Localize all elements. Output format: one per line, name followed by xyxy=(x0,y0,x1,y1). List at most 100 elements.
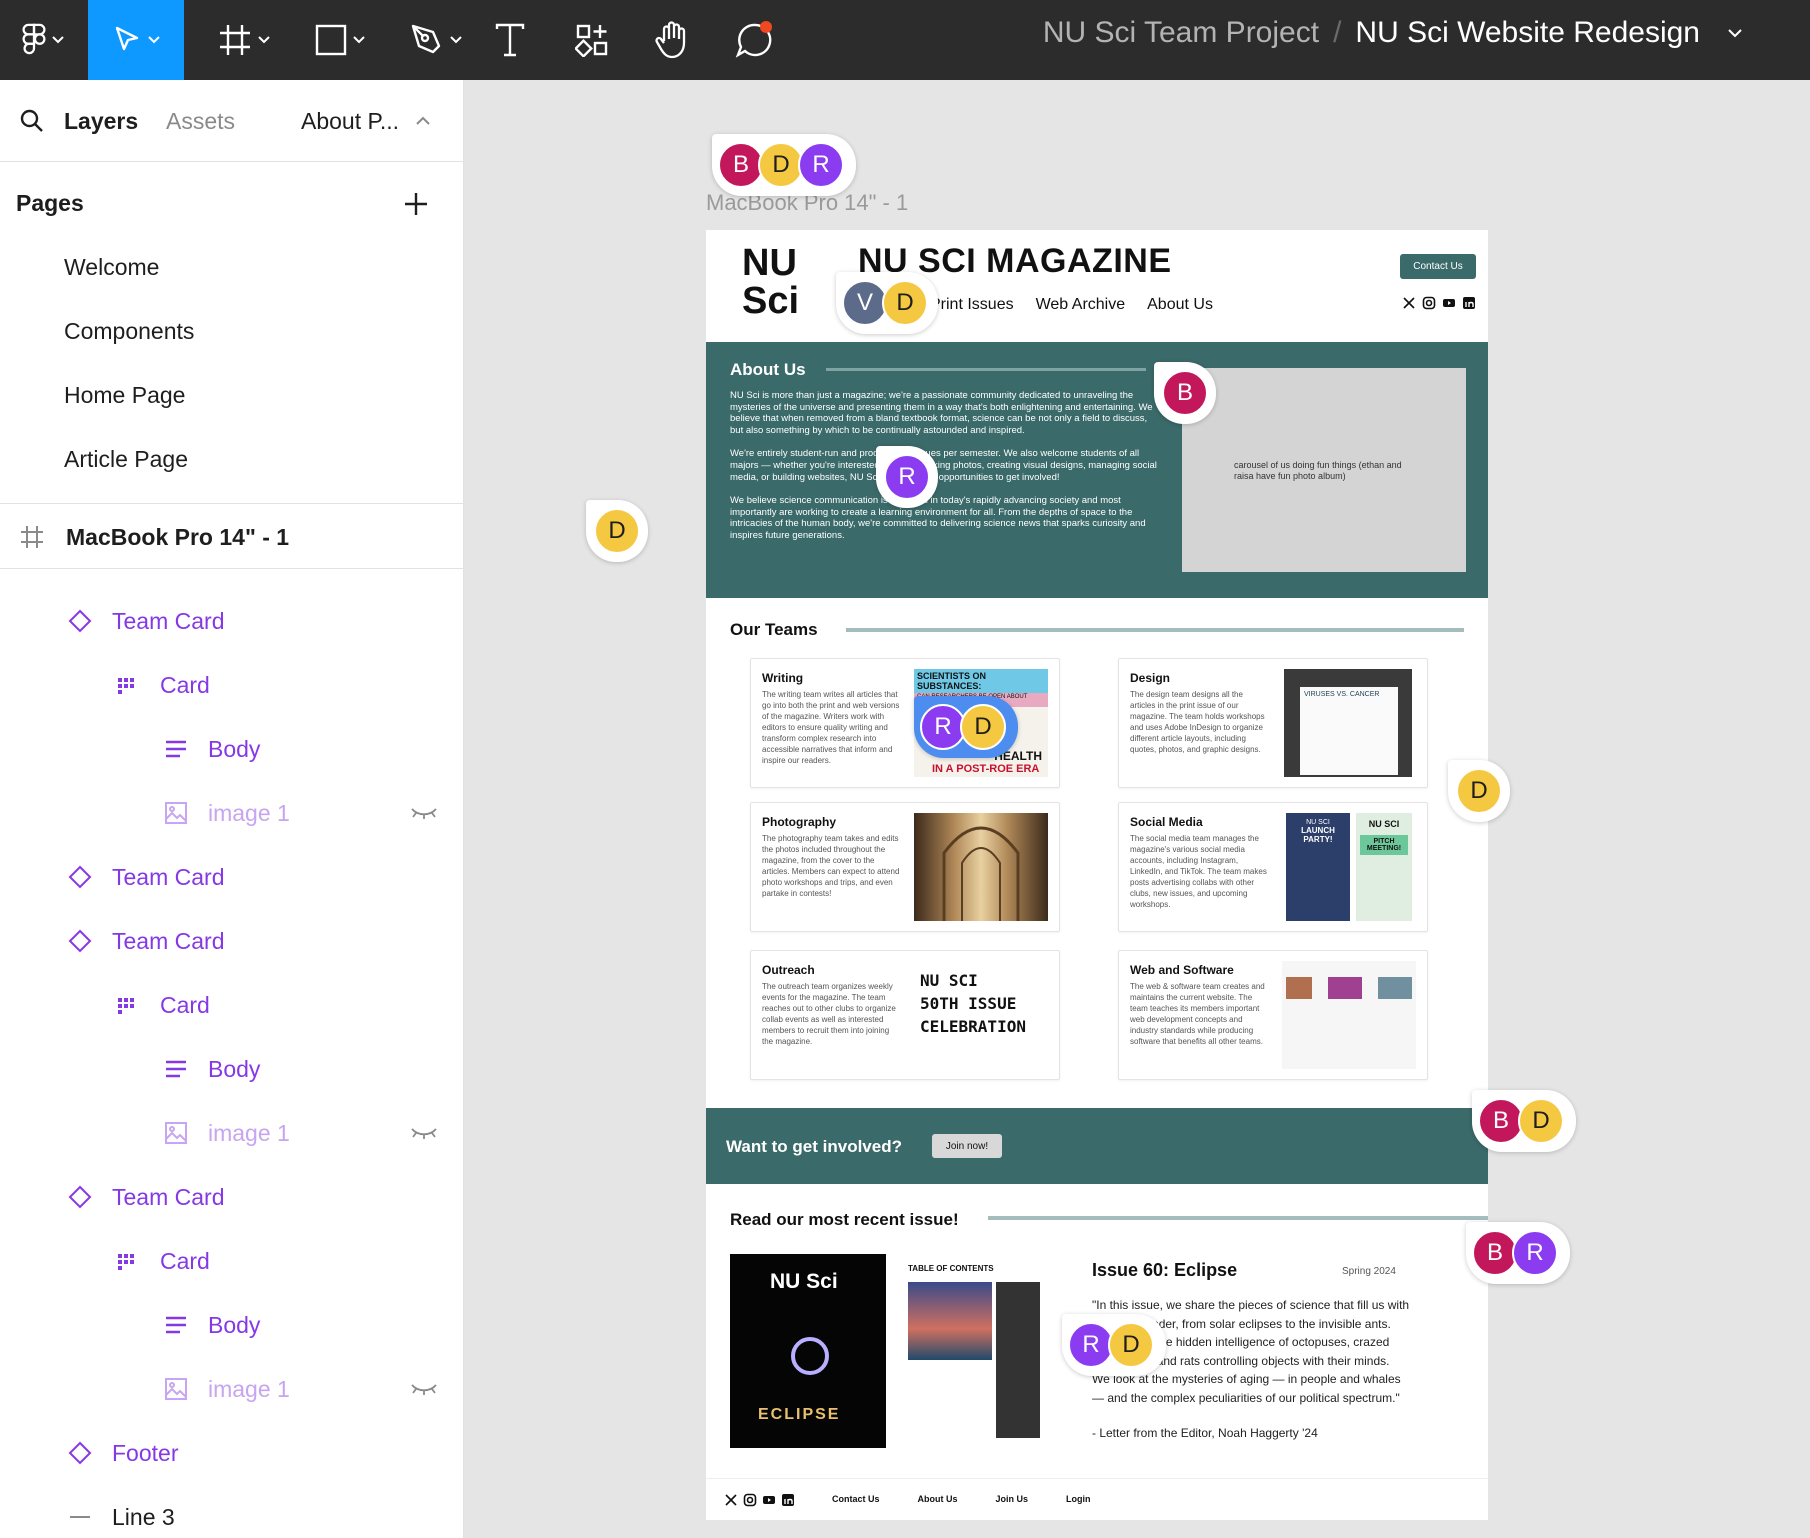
layer-team-card[interactable]: Team Card xyxy=(0,910,464,972)
avatar[interactable]: R xyxy=(1512,1230,1558,1276)
move-tool-button[interactable] xyxy=(88,0,184,80)
footer-link-about[interactable]: About Us xyxy=(918,1494,958,1504)
contact-us-button[interactable]: Contact Us xyxy=(1400,254,1476,279)
photo-carousel[interactable]: carousel of us doing fun things (ethan a… xyxy=(1182,368,1466,572)
collaborator-group[interactable]: R D xyxy=(1062,1314,1166,1376)
page-item-welcome[interactable]: Welcome xyxy=(0,236,464,298)
team-name: Writing xyxy=(762,671,804,685)
collaborator-group[interactable]: D xyxy=(586,500,648,562)
x-icon[interactable] xyxy=(1402,296,1416,310)
pages-heading: Pages xyxy=(16,190,84,216)
footer-link-login[interactable]: Login xyxy=(1066,1494,1091,1504)
issue-attribution: - Letter from the Editor, Noah Haggerty … xyxy=(1092,1426,1318,1440)
youtube-icon[interactable] xyxy=(1442,296,1456,310)
frame-tool-icon xyxy=(220,25,250,55)
layer-image[interactable]: image 1 xyxy=(0,1102,464,1164)
text-tool-button[interactable] xyxy=(490,0,530,80)
breadcrumb-file[interactable]: NU Sci Website Redesign xyxy=(1355,16,1700,50)
collaborator-group[interactable]: B R xyxy=(1466,1222,1570,1284)
page-item-home-page[interactable]: Home Page xyxy=(0,364,464,426)
avatar[interactable]: D xyxy=(594,508,640,554)
issue-cover[interactable]: NU Sci ECLIPSE xyxy=(730,1254,886,1448)
layer-card[interactable]: Card xyxy=(0,654,464,716)
page-selector[interactable]: About P... xyxy=(301,108,399,135)
layer-card[interactable]: Card xyxy=(0,1230,464,1292)
comment-tool-button[interactable] xyxy=(730,0,780,80)
nav-about-us[interactable]: About Us xyxy=(1147,296,1213,314)
team-description: The photography team takes and edits the… xyxy=(762,834,900,898)
layer-frame-macbook[interactable]: MacBook Pro 14" - 1 xyxy=(0,506,464,568)
layer-footer[interactable]: Footer xyxy=(0,1422,464,1484)
instagram-icon[interactable] xyxy=(743,1493,757,1507)
resources-button[interactable] xyxy=(570,0,614,80)
page-item-article-page[interactable]: Article Page xyxy=(0,428,464,490)
page-item-components[interactable]: Components xyxy=(0,300,464,362)
layer-image[interactable]: image 1 xyxy=(0,782,464,844)
tab-layers[interactable]: Layers xyxy=(64,108,138,135)
tab-assets[interactable]: Assets xyxy=(166,108,235,135)
pen-tool-button[interactable] xyxy=(396,0,476,80)
layer-body[interactable]: Body xyxy=(0,718,464,780)
main-menu-button[interactable] xyxy=(0,0,86,80)
footer-link-join[interactable]: Join Us xyxy=(996,1494,1029,1504)
chevron-up-icon[interactable] xyxy=(416,116,430,125)
avatar[interactable]: R xyxy=(884,454,930,500)
collaborator-group[interactable]: V D xyxy=(836,272,938,334)
avatar[interactable]: D xyxy=(1518,1098,1564,1144)
avatar[interactable]: R xyxy=(798,142,844,188)
avatar[interactable]: D xyxy=(1456,768,1502,814)
site-logo[interactable]: NU Sci xyxy=(742,244,799,320)
layer-image[interactable]: image 1 xyxy=(0,1358,464,1420)
rectangle-tool-button[interactable] xyxy=(300,0,380,80)
footer-link-contact[interactable]: Contact Us xyxy=(832,1494,880,1504)
collaborator-group[interactable]: R xyxy=(876,446,938,508)
chevron-down-icon[interactable] xyxy=(1728,28,1742,38)
table-of-contents[interactable]: TABLE OF CONTENTS xyxy=(892,1254,1050,1448)
collaborator-group[interactable]: D xyxy=(1448,760,1510,822)
linkedin-icon[interactable] xyxy=(781,1493,795,1507)
x-icon[interactable] xyxy=(724,1493,738,1507)
collaborator-group[interactable]: R D xyxy=(914,696,1018,758)
team-card-photography[interactable]: Photography The photography team takes a… xyxy=(750,802,1060,932)
nav-print-issues[interactable]: Print Issues xyxy=(930,296,1014,314)
avatar[interactable]: B xyxy=(1162,370,1208,416)
add-page-icon[interactable] xyxy=(404,192,428,216)
hidden-eye-icon[interactable] xyxy=(410,1382,438,1396)
layer-label: image 1 xyxy=(208,799,290,826)
avatar[interactable]: D xyxy=(1108,1322,1154,1368)
image-headline: SCIENTISTS ON SUBSTANCES: xyxy=(914,669,1048,693)
avatar[interactable]: D xyxy=(882,280,928,326)
team-card-design[interactable]: Design The design team designs all the a… xyxy=(1118,658,1428,788)
collaborator-group[interactable]: B D xyxy=(1472,1090,1576,1152)
layer-team-card[interactable]: Team Card xyxy=(0,846,464,908)
hidden-eye-icon[interactable] xyxy=(410,806,438,820)
poster-subtitle: LAUNCH PARTY! xyxy=(1301,826,1335,844)
layer-body[interactable]: Body xyxy=(0,1038,464,1100)
search-icon[interactable] xyxy=(20,109,44,133)
instagram-icon[interactable] xyxy=(1422,296,1436,310)
join-now-button[interactable]: Join now! xyxy=(932,1134,1002,1158)
team-card-web-software[interactable]: Web and Software The web & software team… xyxy=(1118,950,1428,1080)
layer-body[interactable]: Body xyxy=(0,1294,464,1356)
linkedin-icon[interactable] xyxy=(1462,296,1476,310)
youtube-icon[interactable] xyxy=(762,1493,776,1507)
avatar[interactable]: D xyxy=(960,704,1006,750)
breadcrumb-team[interactable]: NU Sci Team Project xyxy=(1043,16,1319,50)
frame-tool-button[interactable] xyxy=(204,0,284,80)
layer-card[interactable]: Card xyxy=(0,974,464,1036)
team-card-social-media[interactable]: Social Media The social media team manag… xyxy=(1118,802,1428,932)
resources-icon xyxy=(575,24,608,57)
hand-tool-button[interactable] xyxy=(650,0,694,80)
collaborator-group[interactable]: B xyxy=(1154,362,1216,424)
hidden-eye-icon[interactable] xyxy=(410,1126,438,1140)
layer-team-card[interactable]: Team Card xyxy=(0,1166,464,1228)
collaborator-group[interactable]: B D R xyxy=(712,134,856,196)
outreach-line: CELEBRATION xyxy=(920,1017,1026,1036)
carousel-note: carousel of us doing fun things (ethan a… xyxy=(1234,460,1402,481)
nav-web-archive[interactable]: Web Archive xyxy=(1036,296,1126,314)
team-card-outreach[interactable]: Outreach The outreach team organizes wee… xyxy=(750,950,1060,1080)
layer-label: Team Card xyxy=(112,607,225,634)
layer-team-card[interactable]: Team Card xyxy=(0,590,464,652)
layer-line[interactable]: Line 3 xyxy=(0,1486,464,1538)
layer-label: Team Card xyxy=(112,1183,225,1210)
